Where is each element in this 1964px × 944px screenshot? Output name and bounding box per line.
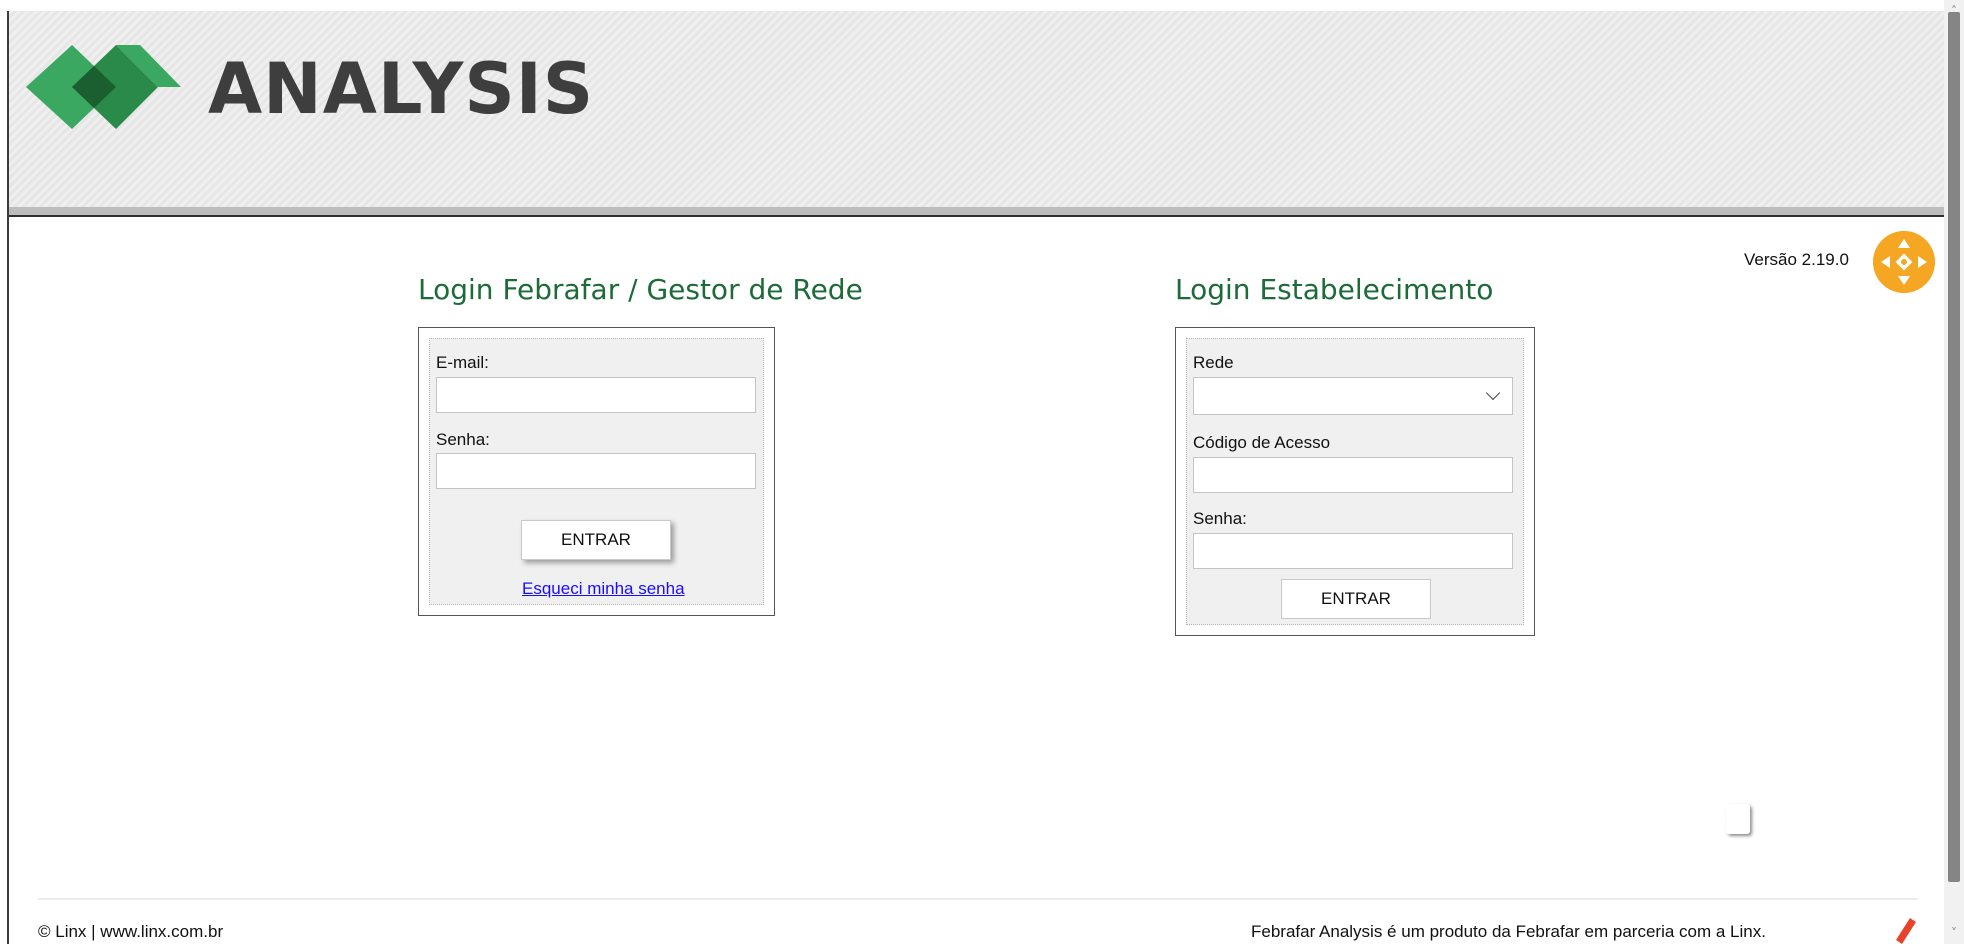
header-bottom-band	[9, 207, 1944, 215]
password-label: Senha:	[436, 430, 490, 449]
rede-select[interactable]	[1193, 377, 1513, 415]
footer-partnership-text: Febrafar Analysis é um produto da Febraf…	[1251, 922, 1766, 941]
email-field[interactable]	[436, 377, 756, 413]
estabelecimento-password-field[interactable]	[1193, 533, 1513, 569]
estabelecimento-password-label: Senha:	[1193, 509, 1247, 528]
window-top-edge	[0, 0, 1964, 11]
chevron-down-icon	[1485, 385, 1501, 401]
header-divider	[9, 215, 1944, 217]
password-field[interactable]	[436, 453, 756, 489]
estabelecimento-login-box: Rede Código de Acesso Senha: ENTRAR	[1175, 327, 1535, 636]
floating-widget-button[interactable]	[1726, 804, 1750, 834]
forgot-password-link[interactable]: Esqueci minha senha	[522, 579, 685, 599]
estabelecimento-login-title: Login Estabelecimento	[1175, 273, 1494, 306]
codigo-acesso-label: Código de Acesso	[1193, 433, 1331, 452]
email-label: E-mail:	[436, 353, 489, 372]
gestor-enter-button[interactable]: ENTRAR	[521, 520, 671, 560]
gestor-login-title: Login Febrafar / Gestor de Rede	[418, 273, 863, 306]
estabelecimento-enter-button[interactable]: ENTRAR	[1281, 579, 1431, 619]
rede-label: Rede	[1193, 353, 1234, 372]
linx-mark-icon	[1896, 918, 1916, 944]
window-left-border	[0, 11, 9, 944]
scroll-down-arrow-icon[interactable]: ˅	[1944, 922, 1964, 944]
gestor-login-box: E-mail: Senha: ENTRAR Esqueci minha senh…	[418, 327, 775, 616]
vertical-scrollbar[interactable]: ˄ ˅	[1944, 0, 1964, 944]
scrollbar-thumb[interactable]	[1948, 12, 1960, 882]
compass-icon[interactable]	[1873, 231, 1935, 293]
brand-title: ANALYSIS	[208, 48, 595, 130]
gestor-login-panel: E-mail: Senha: ENTRAR Esqueci minha senh…	[429, 338, 764, 605]
footer-copyright: © Linx | www.linx.com.br	[38, 922, 224, 941]
codigo-acesso-field[interactable]	[1193, 457, 1513, 493]
version-label: Versão 2.19.0	[1744, 250, 1849, 269]
analysis-logo-icon	[26, 45, 181, 129]
footer-divider	[38, 898, 1918, 900]
estabelecimento-login-panel: Rede Código de Acesso Senha: ENTRAR	[1186, 338, 1524, 625]
